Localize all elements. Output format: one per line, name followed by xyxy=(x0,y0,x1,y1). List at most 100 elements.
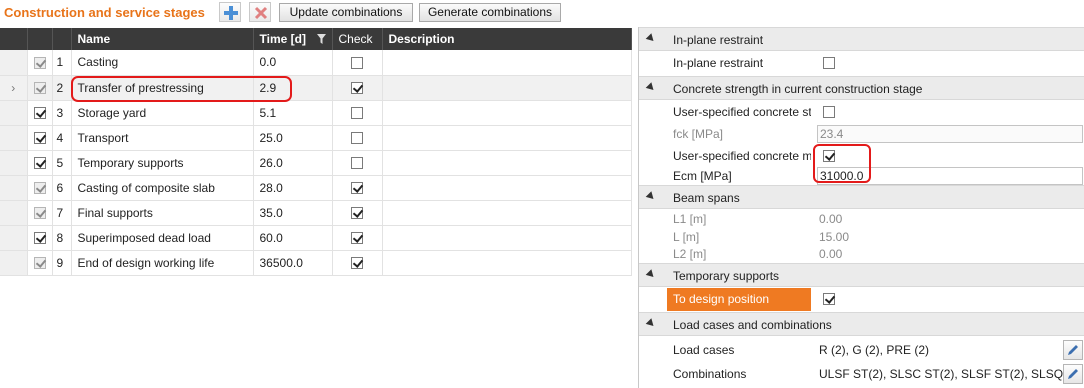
l2-row: L2 [m] 0.00 xyxy=(673,247,843,261)
stage-enabled-checkbox[interactable] xyxy=(33,132,46,145)
column-header-name[interactable]: Name xyxy=(71,28,254,50)
inplane-restraint-row: In-plane restraint xyxy=(667,52,1084,75)
stage-number: 2 xyxy=(52,75,72,101)
row-indicator[interactable] xyxy=(0,175,28,201)
table-row[interactable]: 1 Casting 0.0 xyxy=(0,50,632,76)
column-header-time[interactable]: Time [d] xyxy=(253,28,333,50)
stage-number: 8 xyxy=(52,225,72,251)
stage-enabled-checkbox[interactable] xyxy=(33,157,46,170)
stage-name-cell[interactable]: Final supports xyxy=(71,200,254,226)
stage-name-cell[interactable]: Storage yard xyxy=(71,100,254,126)
update-combinations-button[interactable]: Update combinations xyxy=(279,3,413,22)
column-header-check[interactable]: Check xyxy=(332,28,383,50)
row-indicator[interactable] xyxy=(0,125,28,151)
row-indicator[interactable] xyxy=(0,250,28,276)
collapse-arrow-icon[interactable] xyxy=(645,82,657,93)
stage-description-cell[interactable] xyxy=(382,250,632,276)
stage-time-cell[interactable]: 36500.0 xyxy=(253,250,333,276)
stage-time-cell[interactable]: 28.0 xyxy=(253,175,333,201)
row-indicator[interactable] xyxy=(0,200,28,226)
stage-name-cell[interactable]: Casting xyxy=(71,50,254,76)
user-concrete-strength-checkbox[interactable] xyxy=(823,106,835,118)
section-concrete-strength[interactable]: Concrete strength in current constructio… xyxy=(639,76,1084,100)
stage-description-cell[interactable] xyxy=(382,125,632,151)
edit-load-cases-button[interactable] xyxy=(1063,340,1083,360)
table-row[interactable]: 3 Storage yard 5.1 xyxy=(0,100,632,126)
fck-field[interactable]: 23.4 xyxy=(817,125,1083,143)
row-indicator[interactable] xyxy=(0,150,28,176)
stage-description-cell[interactable] xyxy=(382,75,632,101)
column-header-description[interactable]: Description xyxy=(382,28,632,50)
stage-enabled-checkbox[interactable] xyxy=(33,57,46,70)
section-beam-spans[interactable]: Beam spans xyxy=(639,185,1084,209)
stage-check-checkbox[interactable] xyxy=(351,107,363,120)
collapse-arrow-icon[interactable] xyxy=(645,191,657,202)
stage-time-cell[interactable]: 5.1 xyxy=(253,100,333,126)
delete-stage-button[interactable] xyxy=(249,2,271,22)
table-row[interactable]: 6 Casting of composite slab 28.0 xyxy=(0,175,632,201)
stage-time-cell[interactable]: 60.0 xyxy=(253,225,333,251)
stage-enabled-checkbox[interactable] xyxy=(33,257,46,270)
row-indicator[interactable] xyxy=(0,225,28,251)
stage-description-cell[interactable] xyxy=(382,225,632,251)
stage-check-checkbox[interactable] xyxy=(351,182,363,195)
stage-enabled-checkbox[interactable] xyxy=(33,232,46,245)
stage-number: 9 xyxy=(52,250,72,276)
inplane-restraint-checkbox[interactable] xyxy=(823,57,835,69)
row-indicator[interactable] xyxy=(0,50,28,76)
stage-name-cell[interactable]: Transport xyxy=(71,125,254,151)
row-indicator[interactable]: › xyxy=(0,75,28,101)
add-stage-button[interactable] xyxy=(219,2,241,22)
stage-check-checkbox[interactable] xyxy=(351,207,363,220)
collapse-arrow-icon[interactable] xyxy=(645,318,657,329)
table-row[interactable]: 4 Transport 25.0 xyxy=(0,125,632,151)
stage-check-checkbox[interactable] xyxy=(351,257,363,270)
stage-enabled-checkbox[interactable] xyxy=(33,182,46,195)
table-row[interactable]: 9 End of design working life 36500.0 xyxy=(0,250,632,276)
stage-number: 3 xyxy=(52,100,72,126)
section-load-cases[interactable]: Load cases and combinations xyxy=(639,312,1084,336)
stage-check-checkbox[interactable] xyxy=(351,57,363,70)
stage-description-cell[interactable] xyxy=(382,175,632,201)
load-cases-value: R (2), G (2), PRE (2) xyxy=(819,343,930,357)
stage-check-checkbox[interactable] xyxy=(351,82,363,95)
fck-row: fck [MPa] 23.4 xyxy=(667,123,1084,146)
stage-time-cell[interactable]: 0.0 xyxy=(253,50,333,76)
table-row[interactable]: 5 Temporary supports 26.0 xyxy=(0,150,632,176)
stages-table: Name Time [d] Check Description 1 Casting… xyxy=(0,28,632,276)
l1-value: 0.00 xyxy=(819,212,843,226)
stage-enabled-checkbox[interactable] xyxy=(33,107,46,120)
panel-title: Construction and service stages xyxy=(4,5,205,20)
load-cases-row: Load cases R (2), G (2), PRE (2) xyxy=(667,339,1084,362)
stage-time-cell[interactable]: 35.0 xyxy=(253,200,333,226)
stage-name-cell[interactable]: Casting of composite slab xyxy=(71,175,254,201)
table-row[interactable]: 8 Superimposed dead load 60.0 xyxy=(0,225,632,251)
stage-enabled-checkbox[interactable] xyxy=(33,207,46,220)
stage-time-cell[interactable]: 25.0 xyxy=(253,125,333,151)
row-indicator[interactable] xyxy=(0,100,28,126)
stage-name-cell[interactable]: Superimposed dead load xyxy=(71,225,254,251)
stage-name-cell[interactable]: Temporary supports xyxy=(71,150,254,176)
generate-combinations-button[interactable]: Generate combinations xyxy=(419,3,561,22)
stage-check-checkbox[interactable] xyxy=(351,157,363,170)
edit-combinations-button[interactable] xyxy=(1063,364,1083,384)
stage-enabled-checkbox[interactable] xyxy=(33,82,46,95)
table-row[interactable]: 7 Final supports 35.0 xyxy=(0,200,632,226)
stage-time-cell[interactable]: 26.0 xyxy=(253,150,333,176)
highlight-annotation xyxy=(813,144,871,183)
to-design-position-checkbox[interactable] xyxy=(823,293,835,305)
stage-check-checkbox[interactable] xyxy=(351,132,363,145)
stage-description-cell[interactable] xyxy=(382,200,632,226)
filter-icon[interactable] xyxy=(316,34,326,44)
to-design-position-row[interactable]: To design position xyxy=(667,288,811,311)
section-temporary-supports[interactable]: Temporary supports xyxy=(639,263,1084,287)
collapse-arrow-icon[interactable] xyxy=(645,33,657,44)
stage-description-cell[interactable] xyxy=(382,50,632,76)
collapse-arrow-icon[interactable] xyxy=(645,269,657,280)
stage-check-checkbox[interactable] xyxy=(351,232,363,245)
table-header-row: Name Time [d] Check Description xyxy=(0,28,632,50)
section-inplane-restraint[interactable]: In-plane restraint xyxy=(639,27,1084,51)
stage-description-cell[interactable] xyxy=(382,100,632,126)
stage-name-cell[interactable]: End of design working life xyxy=(71,250,254,276)
stage-description-cell[interactable] xyxy=(382,150,632,176)
